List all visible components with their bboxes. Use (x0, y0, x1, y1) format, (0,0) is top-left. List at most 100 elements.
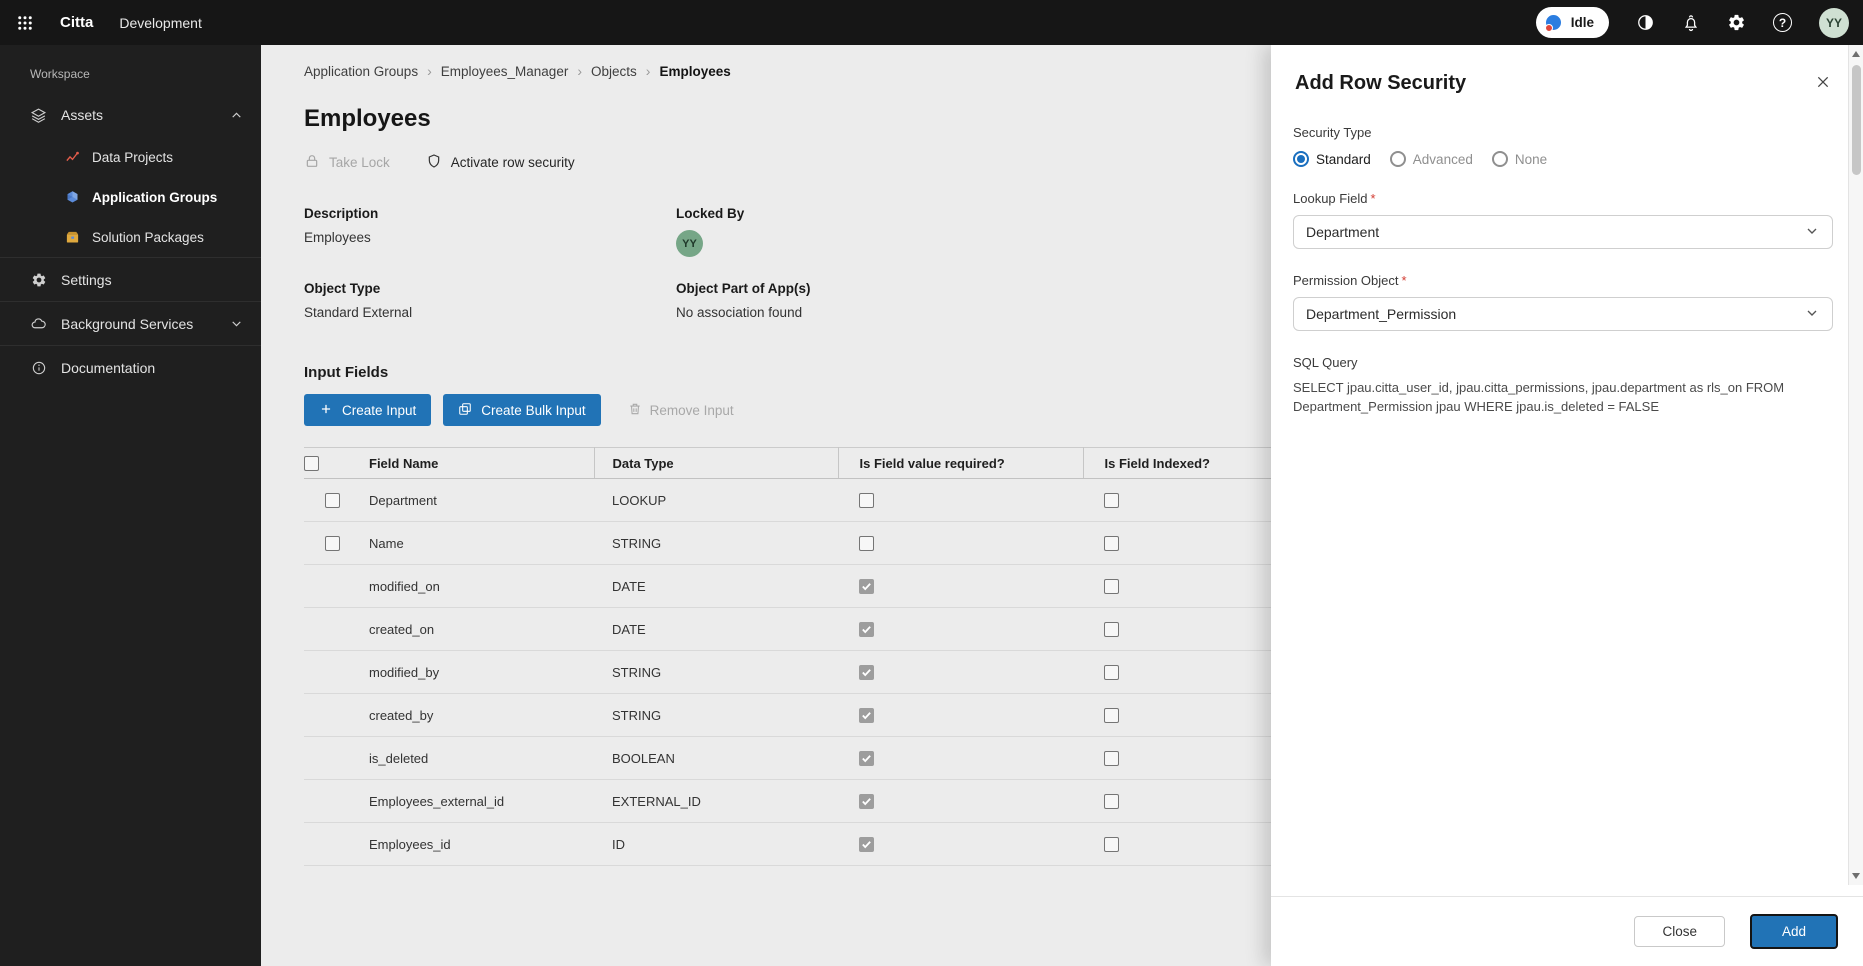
security-type-option[interactable]: Advanced (1390, 151, 1473, 167)
citta-logo-icon (1545, 14, 1563, 32)
gear-icon[interactable] (1727, 13, 1746, 32)
indexed-checkbox[interactable] (1104, 708, 1119, 723)
lock-icon (304, 153, 320, 172)
gear-icon (30, 272, 47, 288)
indexed-checkbox[interactable] (1104, 665, 1119, 680)
row-select-checkbox[interactable] (325, 493, 340, 508)
security-type-label: Security Type (1293, 125, 1833, 140)
sidebar-item-label: Documentation (61, 360, 155, 376)
close-icon[interactable] (1813, 72, 1833, 92)
sidebar-item-data-projects[interactable]: Data Projects (0, 137, 261, 177)
sidebar-item-label: Assets (61, 107, 103, 123)
indexed-checkbox[interactable] (1104, 536, 1119, 551)
breadcrumb-separator-icon: › (577, 63, 582, 79)
radio-label: None (1515, 152, 1547, 167)
copy-icon (458, 402, 472, 419)
sidebar-item-background-services[interactable]: Background Services (0, 301, 261, 345)
permission-object-select[interactable]: Department_Permission (1293, 297, 1833, 331)
take-lock-button[interactable]: Take Lock (304, 153, 390, 172)
cube-icon (64, 190, 81, 205)
close-button[interactable]: Close (1634, 916, 1725, 947)
activate-row-security-button[interactable]: Activate row security (426, 153, 575, 172)
plus-icon (319, 402, 333, 419)
required-checkbox[interactable] (859, 794, 874, 809)
required-checkbox[interactable] (859, 708, 874, 723)
column-header-data-type[interactable]: Data Type (594, 448, 838, 479)
indexed-checkbox[interactable] (1104, 751, 1119, 766)
bell-icon[interactable] (1682, 14, 1700, 32)
security-type-radio-group: Standard Advanced None (1293, 151, 1833, 167)
chevron-down-icon (1804, 223, 1820, 242)
scrollbar-thumb[interactable] (1852, 65, 1861, 175)
chevron-down-icon (230, 317, 243, 330)
create-bulk-input-button[interactable]: Create Bulk Input (443, 394, 600, 426)
sidebar-item-documentation[interactable]: Documentation (0, 345, 261, 389)
data-type-cell: ID (594, 823, 838, 866)
breadcrumb-link[interactable]: Objects (591, 64, 637, 79)
sql-query-label: SQL Query (1293, 355, 1833, 370)
radio-label: Standard (1316, 152, 1371, 167)
chevron-down-icon (1804, 305, 1820, 324)
breadcrumb-link[interactable]: Application Groups (304, 64, 418, 79)
lookup-field-select[interactable]: Department (1293, 215, 1833, 249)
radio-label: Advanced (1413, 152, 1473, 167)
required-checkbox[interactable] (859, 665, 874, 680)
scroll-up-icon[interactable] (1852, 51, 1860, 57)
locked-by-avatar: YY (676, 230, 703, 257)
select-all-checkbox[interactable] (304, 456, 319, 471)
indexed-checkbox[interactable] (1104, 493, 1119, 508)
required-checkbox[interactable] (859, 536, 874, 551)
sidebar-item-settings[interactable]: Settings (0, 257, 261, 301)
breadcrumb-link[interactable]: Employees_Manager (441, 64, 569, 79)
data-type-cell: STRING (594, 694, 838, 737)
data-type-cell: DATE (594, 565, 838, 608)
sidebar-item-application-groups[interactable]: Application Groups (0, 177, 261, 217)
required-checkbox[interactable] (859, 751, 874, 766)
vertical-scrollbar[interactable] (1848, 45, 1863, 885)
indexed-checkbox[interactable] (1104, 837, 1119, 852)
security-type-option[interactable]: Standard (1293, 151, 1371, 167)
user-avatar[interactable]: YY (1819, 8, 1849, 38)
help-icon[interactable] (1773, 13, 1792, 32)
remove-input-button[interactable]: Remove Input (628, 402, 734, 419)
add-button[interactable]: Add (1750, 914, 1838, 949)
workspace-label: Workspace (0, 45, 261, 93)
indexed-checkbox[interactable] (1104, 794, 1119, 809)
development-menu[interactable]: Development (119, 15, 202, 31)
brand-menu[interactable]: Citta (60, 14, 93, 31)
trash-icon (628, 402, 642, 419)
sidebar-item-label: Settings (61, 272, 112, 288)
required-checkbox[interactable] (859, 579, 874, 594)
activate-row-security-label: Activate row security (451, 155, 575, 170)
row-select-checkbox[interactable] (325, 536, 340, 551)
sidebar-item-solution-packages[interactable]: Solution Packages (0, 217, 261, 257)
app-launcher-grid-icon[interactable] (16, 14, 34, 32)
security-type-option[interactable]: None (1492, 151, 1547, 167)
left-sidebar: Workspace Assets Data Projects Applicati… (0, 45, 261, 966)
drawer-footer: Close Add (1271, 896, 1863, 966)
field-name-cell: modified_on (361, 565, 594, 608)
object-details: Description Employees Locked By YY Objec… (304, 206, 1064, 320)
column-header-field-name[interactable]: Field Name (361, 448, 594, 479)
data-type-cell: DATE (594, 608, 838, 651)
required-checkbox[interactable] (859, 493, 874, 508)
sidebar-item-label: Background Services (61, 316, 193, 332)
create-input-button[interactable]: Create Input (304, 394, 431, 426)
object-part-value: No association found (676, 305, 1064, 320)
indexed-checkbox[interactable] (1104, 579, 1119, 594)
indexed-checkbox[interactable] (1104, 622, 1119, 637)
field-name-cell: Employees_id (361, 823, 594, 866)
data-type-cell: STRING (594, 651, 838, 694)
required-checkbox[interactable] (859, 622, 874, 637)
column-header-required[interactable]: Is Field value required? (838, 448, 1083, 479)
status-pill-label: Idle (1571, 15, 1594, 30)
lookup-field-label: Lookup Field* (1293, 191, 1833, 206)
required-checkbox[interactable] (859, 837, 874, 852)
contrast-theme-icon[interactable] (1636, 13, 1655, 32)
locked-by-field: Locked By YY (676, 206, 1064, 257)
status-pill[interactable]: Idle (1536, 7, 1609, 38)
sidebar-item-assets[interactable]: Assets (0, 93, 261, 137)
description-field: Description Employees (304, 206, 676, 257)
scroll-down-icon[interactable] (1852, 873, 1860, 879)
field-name-cell: Name (361, 522, 594, 565)
